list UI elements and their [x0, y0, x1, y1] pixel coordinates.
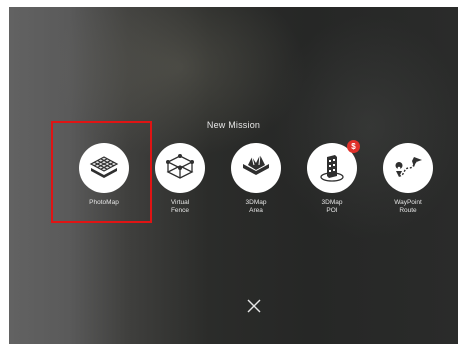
virtual-fence-icon: [155, 143, 205, 193]
mission-3dmap-poi-button[interactable]: $ 3DMap POI: [300, 140, 364, 223]
3dmap-poi-icon: $: [307, 140, 360, 193]
premium-badge: $: [347, 140, 360, 153]
waypoint-route-icon: [383, 143, 433, 193]
mission-label: 3DMap Area: [245, 199, 267, 214]
close-icon: [247, 299, 261, 313]
mission-waypoint-route-button[interactable]: WayPoint Route: [376, 143, 440, 223]
mission-virtual-fence-button[interactable]: Virtual Fence: [148, 143, 212, 223]
mission-screen: New Mission PhotoMap Virtual Fence 3DMap…: [9, 7, 458, 344]
mission-label: 3DMap POI: [321, 199, 343, 214]
3dmap-area-icon: [231, 143, 281, 193]
page-title: New Mission: [206, 120, 261, 130]
close-button[interactable]: [244, 296, 264, 316]
mission-label: WayPoint Route: [394, 199, 422, 214]
mission-label: Virtual Fence: [170, 199, 190, 214]
mission-label: PhotoMap: [89, 199, 119, 206]
photomap-icon: [79, 143, 129, 193]
mission-3dmap-area-button[interactable]: 3DMap Area: [224, 143, 288, 223]
mission-photomap-button[interactable]: PhotoMap: [72, 143, 136, 223]
